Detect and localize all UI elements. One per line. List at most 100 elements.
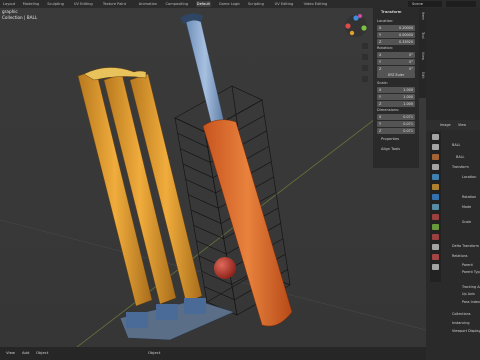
perspective-toggle-icon[interactable]: [362, 76, 368, 82]
properties-tab-icon[interactable]: [432, 154, 439, 160]
workspace-tab[interactable]: Animation: [138, 1, 158, 7]
mode-dropdown[interactable]: Object: [148, 350, 160, 355]
axis-label: X: [379, 26, 382, 30]
property-row-label[interactable]: Parent: [462, 263, 473, 267]
object-menu[interactable]: Object: [36, 350, 48, 355]
pan-icon[interactable]: [362, 54, 368, 60]
scale-field-y[interactable]: Y 1.000: [377, 94, 415, 100]
property-row-label[interactable]: Collections: [452, 312, 471, 316]
property-row-label[interactable]: Rotation: [462, 195, 476, 199]
axis-label: Z: [379, 102, 382, 106]
location-field-z[interactable]: Z 0.33920: [377, 39, 415, 45]
workspace-tab[interactable]: UV Editing: [274, 1, 295, 7]
property-row-label[interactable]: Transform: [452, 165, 469, 169]
axis-value: 0.071: [403, 129, 413, 133]
property-row-label[interactable]: Pass Index: [462, 300, 480, 304]
properties-tab-icon[interactable]: [432, 144, 439, 150]
workspace-tab[interactable]: Sculpting: [46, 1, 65, 7]
axis-label: Y: [379, 33, 382, 37]
scale-field-x[interactable]: X 1.000: [377, 87, 415, 93]
zoom-icon[interactable]: [362, 43, 368, 49]
properties-tab-icon[interactable]: [432, 174, 439, 180]
sidebar-tab-item[interactable]: Item: [420, 12, 425, 20]
rotation-mode-dropdown[interactable]: XYZ Euler: [377, 72, 415, 78]
top-bar: Layout Modeling Sculpting UV Editing Texture…: [0, 0, 480, 8]
properties-tab-icon[interactable]: [432, 244, 439, 250]
axis-value: 1.000: [403, 102, 413, 106]
properties-tab-icon[interactable]: [432, 224, 439, 230]
property-row-label[interactable]: Mode: [462, 205, 471, 209]
axis-value: 0°: [409, 53, 413, 57]
scene-selector[interactable]: Scene: [408, 1, 442, 7]
header-label-view[interactable]: View: [458, 123, 466, 127]
workspace-tab[interactable]: Compositing: [165, 1, 190, 7]
properties-subpanel[interactable]: Properties: [381, 137, 399, 141]
sidebar-tab-tool[interactable]: Tool: [420, 32, 425, 39]
property-row-label[interactable]: Tracking Axis: [462, 285, 480, 289]
view-menu[interactable]: View: [6, 350, 15, 355]
workspace-tab[interactable]: Scripting: [247, 1, 265, 7]
axis-value: 1.000: [403, 88, 413, 92]
axis-label: X: [379, 115, 382, 119]
property-row-label[interactable]: Up Axis: [462, 292, 475, 296]
location-field-y[interactable]: Y 0.00000: [377, 32, 415, 38]
header-label-image[interactable]: Image: [440, 123, 451, 127]
properties-tab-icon[interactable]: [432, 134, 439, 140]
base-clamp-left: [126, 312, 148, 328]
cricket-ball[interactable]: [214, 257, 236, 279]
sidebar-tab-view[interactable]: View: [420, 52, 425, 60]
property-row-label[interactable]: Scale: [462, 220, 471, 224]
dimensions-field-z[interactable]: Z 0.071: [377, 128, 415, 134]
properties-tab-icon[interactable]: [432, 164, 439, 170]
properties-tab-icon[interactable]: [432, 214, 439, 220]
property-row-label[interactable]: Delta Transform: [452, 244, 479, 248]
location-field-x[interactable]: X 0.20000: [377, 25, 415, 31]
viewport-info-line1: graphic: [2, 9, 18, 14]
rotation-field-y[interactable]: Y 0°: [377, 59, 415, 65]
workspace-tab[interactable]: UV Editing: [73, 1, 94, 7]
workspace-tab[interactable]: Game Logic: [218, 1, 241, 7]
view-layer-selector[interactable]: [446, 1, 476, 7]
axis-value: 0.20000: [398, 26, 413, 30]
dimensions-field-x[interactable]: X 0.071: [377, 114, 415, 120]
workspace-tab[interactable]: Layout: [2, 1, 16, 7]
sidebar-tab-edit[interactable]: Edit: [420, 72, 425, 79]
object-name-field[interactable]: BALL: [452, 143, 460, 147]
workspace-tab[interactable]: Texture Paint: [102, 1, 127, 7]
properties-tab-icon[interactable]: [432, 184, 439, 190]
properties-tab-icon[interactable]: [432, 264, 439, 270]
axis-value: 0°: [409, 60, 413, 64]
property-row-label[interactable]: Location: [462, 175, 476, 179]
align-tools-subpanel[interactable]: Align Tools: [381, 147, 400, 151]
axis-label: Y: [379, 95, 382, 99]
axis-label: X: [379, 88, 382, 92]
dimensions-field-y[interactable]: Y 0.071: [377, 121, 415, 127]
property-row-label[interactable]: Parent Type: [462, 270, 480, 274]
workspace-tab[interactable]: Default: [195, 1, 211, 7]
property-row-label[interactable]: Instancing: [452, 321, 470, 325]
sidebar-n-panel: Transform Location: X 0.20000 Y 0.00000 Z 0.3…: [373, 8, 419, 168]
workspace-tab[interactable]: Video Editing: [303, 1, 329, 7]
axis-label: Y: [379, 122, 382, 126]
3d-viewport[interactable]: graphic Collection | BALL: [0, 8, 426, 360]
scale-label: Scale:: [377, 81, 388, 85]
properties-tab-icon[interactable]: [432, 234, 439, 240]
property-row-label[interactable]: Relations: [452, 254, 468, 258]
object-name-field-2[interactable]: BALL: [456, 155, 464, 159]
property-row-label[interactable]: Viewport Display: [452, 329, 480, 333]
properties-tab-icon[interactable]: [432, 254, 439, 260]
properties-tab-icon[interactable]: [432, 194, 439, 200]
scale-field-z[interactable]: Z 1.000: [377, 101, 415, 107]
axis-label: Z: [379, 40, 382, 44]
axis-value: 0.071: [403, 115, 413, 119]
workspace-tab[interactable]: Modeling: [22, 1, 40, 7]
viewport-info-line2: Collection | BALL: [2, 15, 38, 20]
camera-view-icon[interactable]: [362, 65, 368, 71]
properties-tab-icon[interactable]: [432, 204, 439, 210]
viewport-scene[interactable]: [0, 8, 426, 360]
add-menu[interactable]: Add: [22, 350, 29, 355]
axis-label: Y: [379, 60, 382, 64]
rotation-field-x[interactable]: X 0°: [377, 52, 415, 58]
transform-header[interactable]: Transform: [381, 10, 402, 14]
outliner[interactable]: [426, 8, 480, 120]
